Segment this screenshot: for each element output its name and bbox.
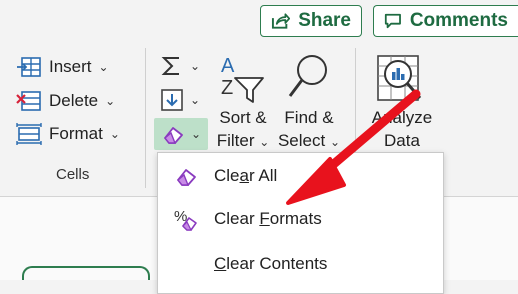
annotation-arrow <box>286 89 421 205</box>
